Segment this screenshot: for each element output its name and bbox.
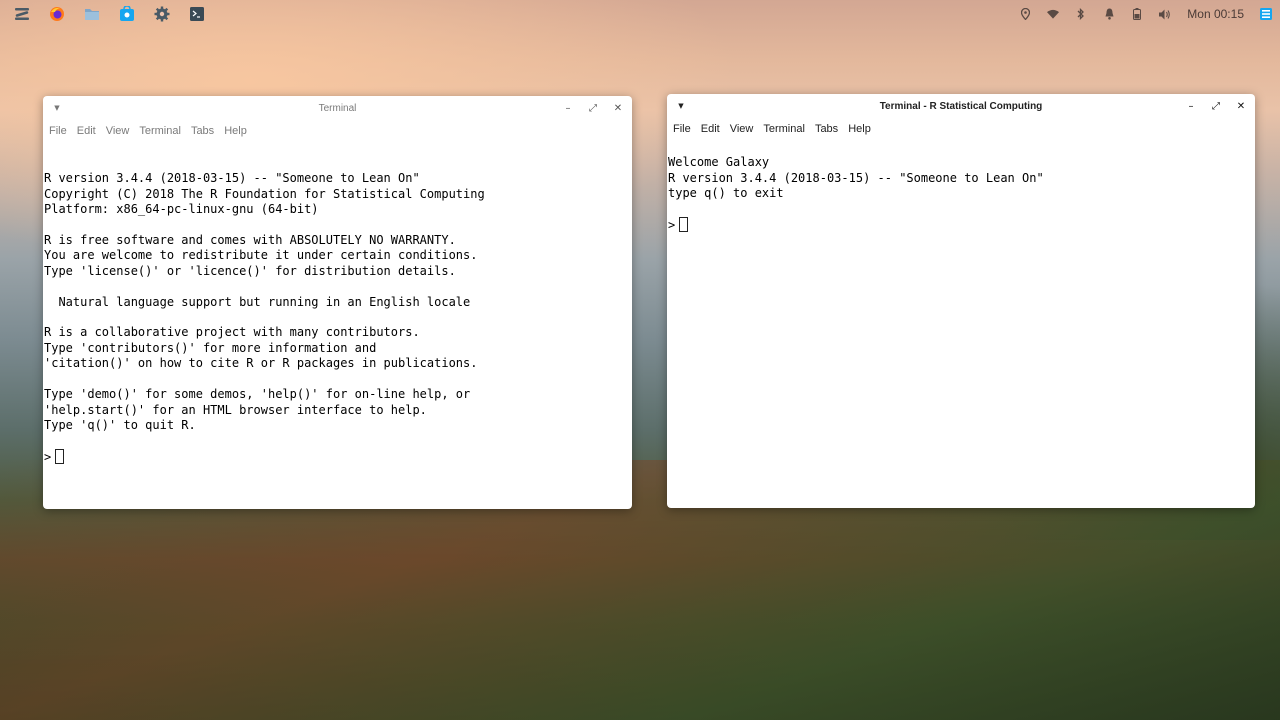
settings-icon — [154, 6, 169, 22]
menu-tabs[interactable]: Tabs — [815, 123, 838, 135]
menu-bar: File Edit View Terminal Tabs Help — [43, 120, 632, 142]
terminal-line: R version 3.4.4 (2018-03-15) -- "Someone… — [44, 171, 420, 186]
prompt-line[interactable]: > — [44, 448, 632, 465]
terminal-line: Type 'demo()' for some demos, 'help()' f… — [44, 387, 471, 402]
software-icon — [119, 6, 134, 21]
firefox-button[interactable] — [39, 0, 74, 28]
files-button[interactable] — [74, 0, 109, 28]
terminal-line: R is a collaborative project with many c… — [44, 325, 420, 340]
clock[interactable]: Mon 00:15 — [1187, 7, 1244, 21]
wifi-icon[interactable] — [1047, 8, 1060, 20]
terminal-line: R is free software and comes with ABSOLU… — [44, 233, 456, 248]
text-cursor — [679, 217, 689, 233]
terminal-line: Copyright (C) 2018 The R Foundation for … — [44, 186, 485, 201]
battery-icon[interactable] — [1131, 8, 1143, 20]
menu-file[interactable]: File — [673, 123, 691, 135]
workspace-icon — [1260, 8, 1272, 20]
bluetooth-icon[interactable] — [1075, 8, 1087, 20]
window-controls: – ⤢ ✕ — [560, 100, 626, 116]
terminal-output[interactable]: Welcome Galaxy R version 3.4.4 (2018-03-1… — [667, 140, 1255, 264]
terminal-line: type q() to exit — [668, 186, 784, 201]
terminal-window-left: ▼ Terminal – ⤢ ✕ File Edit View Terminal… — [43, 96, 632, 509]
terminal-output[interactable]: R version 3.4.4 (2018-03-15) -- "Someone… — [43, 156, 632, 496]
close-icon[interactable]: ✕ — [610, 100, 626, 116]
terminal-line: Natural language support but running in … — [44, 294, 471, 309]
files-icon — [84, 9, 99, 20]
terminal-line: 'help.start()' for an HTML browser inter… — [44, 402, 427, 417]
menu-help[interactable]: Help — [224, 125, 247, 137]
terminal-line: Welcome Galaxy — [668, 155, 770, 170]
terminal-line: 'citation()' on how to cite R or R packa… — [44, 356, 478, 371]
location-icon[interactable] — [1019, 8, 1031, 20]
window-title: Terminal - R Statistical Computing — [879, 100, 1043, 112]
menu-terminal[interactable]: Terminal — [763, 123, 805, 135]
terminal-line: Type 'contributors()' for more informati… — [44, 340, 377, 355]
menu-help[interactable]: Help — [848, 123, 871, 135]
window-titlebar[interactable]: ▼ Terminal – ⤢ ✕ — [43, 96, 632, 120]
panel-launchers — [0, 0, 214, 28]
volume-icon[interactable] — [1159, 8, 1171, 20]
terminal-line: You are welcome to redistribute it under… — [44, 248, 478, 263]
window-menu-icon[interactable]: ▼ — [52, 103, 62, 113]
maximize-icon[interactable]: ⤢ — [585, 100, 601, 116]
menu-view[interactable]: View — [730, 123, 754, 135]
notifications-icon[interactable] — [1103, 8, 1115, 20]
terminal-window-right: ▼ Terminal - R Statistical Computing – ⤢… — [667, 94, 1255, 508]
minimize-icon[interactable]: – — [560, 100, 576, 116]
terminal-icon — [189, 7, 204, 21]
menu-edit[interactable]: Edit — [701, 123, 720, 135]
menu-edit[interactable]: Edit — [77, 125, 96, 137]
text-cursor — [55, 448, 65, 464]
menu-view[interactable]: View — [106, 125, 130, 137]
window-title: Terminal — [318, 102, 357, 114]
minimize-icon[interactable]: – — [1183, 98, 1199, 114]
settings-button[interactable] — [144, 0, 179, 28]
window-controls: – ⤢ ✕ — [1183, 98, 1249, 114]
menu-bar: File Edit View Terminal Tabs Help — [667, 118, 1255, 140]
prompt: > — [668, 218, 676, 233]
menu-file[interactable]: File — [49, 125, 67, 137]
menu-tabs[interactable]: Tabs — [191, 125, 214, 137]
close-icon[interactable]: ✕ — [1233, 98, 1249, 114]
maximize-icon[interactable]: ⤢ — [1208, 98, 1224, 114]
zorin-menu-icon — [14, 8, 29, 20]
terminal-line: R version 3.4.4 (2018-03-15) -- "Someone… — [668, 170, 1044, 185]
top-panel: Mon 00:15 — [0, 0, 1280, 28]
software-button[interactable] — [109, 0, 144, 28]
terminal-line: Type 'q()' to quit R. — [44, 417, 196, 432]
zorin-menu-button[interactable] — [4, 0, 39, 28]
window-titlebar[interactable]: ▼ Terminal - R Statistical Computing – ⤢… — [667, 94, 1255, 118]
system-tray: Mon 00:15 — [1019, 0, 1280, 28]
menu-terminal[interactable]: Terminal — [139, 125, 181, 137]
terminal-line: Platform: x86_64-pc-linux-gnu (64-bit) — [44, 202, 319, 217]
window-menu-icon[interactable]: ▼ — [676, 101, 686, 111]
terminal-button[interactable] — [179, 0, 214, 28]
notification-area-button[interactable] — [1260, 8, 1272, 20]
terminal-line: Type 'license()' or 'licence()' for dist… — [44, 263, 456, 278]
prompt: > — [44, 449, 52, 464]
firefox-icon — [49, 7, 64, 21]
prompt-line[interactable]: > — [668, 217, 1255, 233]
